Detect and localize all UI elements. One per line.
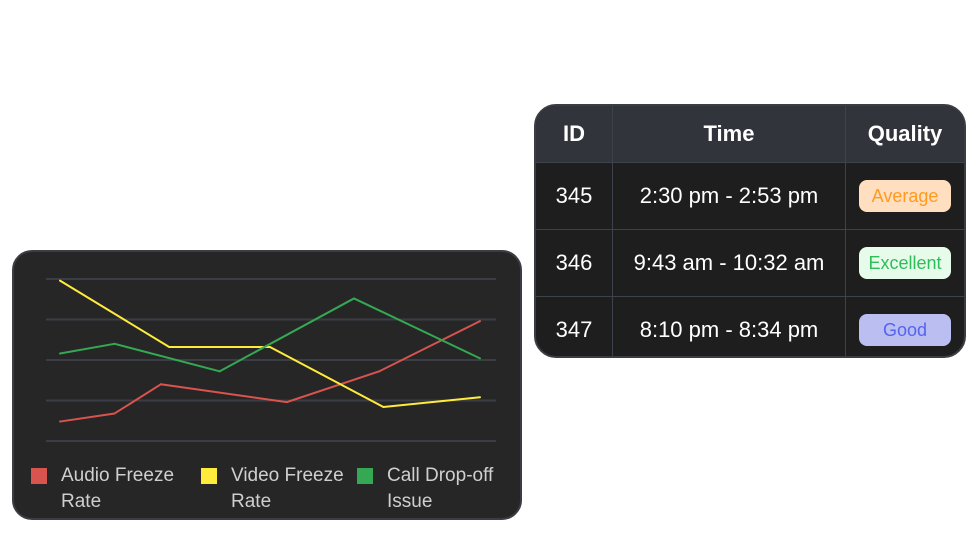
- legend-label-video-freeze: Video Freeze Rate: [231, 465, 344, 512]
- table-row[interactable]: 345 2:30 pm - 2:53 pm Average: [536, 162, 964, 230]
- chart-card: Audio Freeze Rate Video Freeze Rate Call D…: [12, 250, 522, 520]
- data-point-2-0[interactable]: [59, 352, 61, 355]
- data-point-0-0[interactable]: [59, 420, 61, 423]
- cell-time: 9:43 am - 10:32 am: [612, 229, 846, 297]
- legend-swatch-call-dropoff: [357, 468, 373, 484]
- cell-quality: Average: [845, 162, 964, 230]
- legend-label-audio-freeze: Audio Freeze Rate: [61, 465, 175, 512]
- data-point-0-2[interactable]: [159, 383, 162, 386]
- legend-item-call-dropoff[interactable]: Call Drop-off Issue: [357, 463, 493, 515]
- data-point-1-1[interactable]: [168, 346, 171, 349]
- data-point-1-4[interactable]: [479, 396, 481, 399]
- cell-quality: Good: [846, 297, 965, 357]
- data-point-0-3[interactable]: [285, 401, 288, 404]
- legend-item-audio-freeze[interactable]: Audio Freeze Rate: [31, 463, 174, 515]
- quality-badge: Average: [859, 180, 951, 212]
- data-point-0-5[interactable]: [479, 320, 481, 323]
- series-line-audio-freeze-rate[interactable]: [59, 320, 481, 423]
- data-point-1-0[interactable]: [59, 279, 61, 282]
- data-point-0-4[interactable]: [378, 370, 381, 373]
- data-point-2-4[interactable]: [479, 357, 481, 360]
- call-quality-table-card: ID Time Quality 345 2:30 pm - 2:53 pm Av…: [534, 104, 966, 358]
- column-header-id[interactable]: ID: [536, 106, 613, 163]
- column-header-time[interactable]: Time: [612, 106, 846, 163]
- data-point-2-1[interactable]: [113, 342, 116, 345]
- call-quality-table: ID Time Quality 345 2:30 pm - 2:53 pm Av…: [536, 106, 965, 357]
- table-row[interactable]: 347 8:10 pm - 8:34 pm Good: [536, 296, 965, 357]
- quality-badge: Excellent: [859, 247, 951, 279]
- data-point-2-2[interactable]: [218, 370, 221, 373]
- data-point-1-3[interactable]: [382, 405, 385, 408]
- cell-quality: Excellent: [845, 229, 964, 297]
- cell-time: 2:30 pm - 2:53 pm: [612, 162, 846, 230]
- legend-label-call-dropoff: Call Drop-off Issue: [387, 465, 494, 512]
- data-point-1-2[interactable]: [269, 346, 271, 349]
- chart-legend: Audio Freeze Rate Video Freeze Rate Call D…: [31, 463, 521, 523]
- cell-id: 346: [536, 229, 613, 297]
- line-chart: [46, 278, 496, 442]
- quality-badge: Good: [859, 314, 951, 346]
- cell-id: 347: [536, 296, 613, 356]
- table-row[interactable]: 346 9:43 am - 10:32 am Excellent: [536, 229, 964, 297]
- column-header-quality[interactable]: Quality: [845, 106, 964, 163]
- table-header-row: ID Time Quality: [536, 106, 964, 163]
- legend-swatch-audio-freeze: [31, 468, 47, 484]
- legend-item-video-freeze[interactable]: Video Freeze Rate: [201, 463, 344, 515]
- data-point-2-3[interactable]: [353, 297, 355, 300]
- data-point-0-1[interactable]: [113, 412, 116, 415]
- cell-id: 345: [536, 162, 613, 230]
- cell-time: 8:10 pm - 8:34 pm: [612, 296, 846, 356]
- legend-swatch-video-freeze: [201, 468, 217, 484]
